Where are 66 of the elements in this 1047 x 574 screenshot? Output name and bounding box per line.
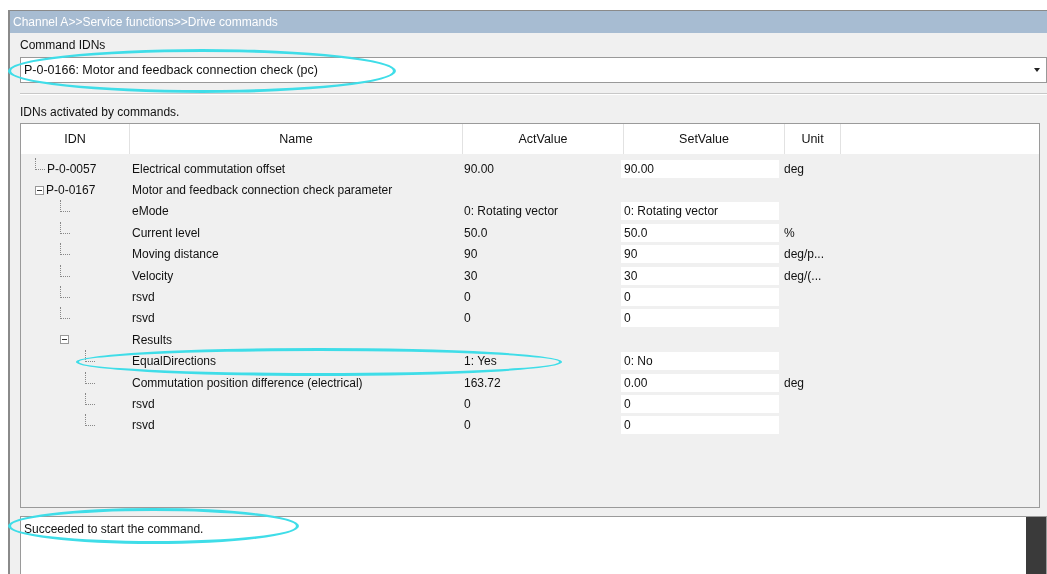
unit-cell-text: deg/(... [783, 268, 823, 283]
tree-line [85, 371, 95, 384]
column-header[interactable]: Unit [785, 124, 841, 154]
tree-line [35, 157, 45, 170]
tree-line [60, 200, 70, 213]
name-cell-text: Velocity [131, 268, 175, 283]
name-cell-text: rsvd [131, 311, 156, 326]
name-cell-text: Moving distance [131, 247, 220, 262]
collapse-icon[interactable] [35, 185, 44, 195]
set-value-field[interactable]: 90.00 [621, 159, 779, 178]
act-value-cell-text: 90.00 [463, 161, 496, 176]
set-value-field[interactable]: 0 [621, 288, 779, 307]
name-cell-text: Current level [131, 225, 202, 240]
tree-line [60, 264, 70, 277]
set-value-field[interactable]: 0.00 [621, 373, 779, 392]
set-value-field[interactable]: 90 [621, 245, 779, 264]
column-header[interactable]: SetValue [624, 124, 785, 154]
act-value-cell-text: 0 [463, 290, 472, 305]
window-title: Channel A>>Service functions>>Drive commands [10, 11, 1047, 33]
act-value-cell-text: 0: Rotating vector [463, 204, 560, 219]
act-value-cell-text: 0 [463, 397, 472, 411]
name-cell-text: rsvd [131, 290, 156, 305]
set-value-field[interactable]: 0 [621, 416, 779, 435]
set-value-field[interactable]: 50.0 [621, 223, 779, 242]
unit-cell-text: deg [783, 161, 806, 176]
column-header[interactable]: IDN [21, 124, 130, 154]
name-cell-text: Motor and feedback connection check parameter [131, 183, 394, 198]
act-value-cell-text: 50.0 [463, 225, 489, 240]
unit-cell-text: deg [783, 375, 806, 390]
tree-line [60, 243, 70, 256]
name-cell-text: Electrical commutation offset [131, 161, 287, 176]
unit-cell-text: deg/p... [783, 247, 826, 262]
scrollbar[interactable] [1026, 517, 1046, 574]
set-value-field[interactable]: 0: Rotating vector [621, 202, 779, 221]
set-value-field[interactable]: 30 [621, 266, 779, 285]
tree-line [60, 221, 70, 234]
set-value-field[interactable]: 0 [621, 395, 779, 413]
collapse-icon[interactable] [60, 335, 69, 345]
tree-line [60, 286, 70, 299]
tree-line [60, 307, 70, 320]
column-header[interactable]: ActValue [463, 124, 624, 154]
idn-text: P-0-0167 [46, 183, 96, 198]
command-dropdown[interactable]: P-0-0166: Motor and feedback connection check (pc) [20, 57, 1047, 83]
tree-line [85, 414, 95, 427]
message-text: Succeeded to start the command. [23, 521, 204, 536]
table-caption: IDNs activated by commands. [19, 104, 181, 121]
tree-line [85, 350, 95, 363]
unit-cell-text: % [783, 225, 796, 240]
act-value-cell-text: 90 [463, 247, 479, 262]
name-cell-text: Results [131, 332, 173, 347]
name-cell-text: rsvd [131, 418, 156, 433]
idn-text: P-0-0057 [47, 161, 97, 176]
set-value-field[interactable]: 0: No [621, 352, 779, 371]
name-cell-text: Commutation position difference (electrical) [131, 375, 364, 390]
act-value-cell-text: 0 [463, 418, 472, 433]
column-header[interactable]: Name [130, 124, 463, 154]
act-value-cell-text: 163.72 [463, 375, 502, 390]
act-value-cell-text: 0 [463, 311, 472, 326]
name-cell-text: rsvd [131, 397, 156, 411]
act-value-cell-text: 30 [463, 268, 479, 283]
set-value-field[interactable]: 0 [621, 309, 779, 328]
name-cell-text: EqualDirections [131, 354, 218, 369]
name-cell-text: eMode [131, 204, 170, 219]
tree-line [85, 393, 95, 405]
command-label: Command IDNs [19, 37, 107, 54]
act-value-cell-text: 1: Yes [463, 354, 498, 369]
